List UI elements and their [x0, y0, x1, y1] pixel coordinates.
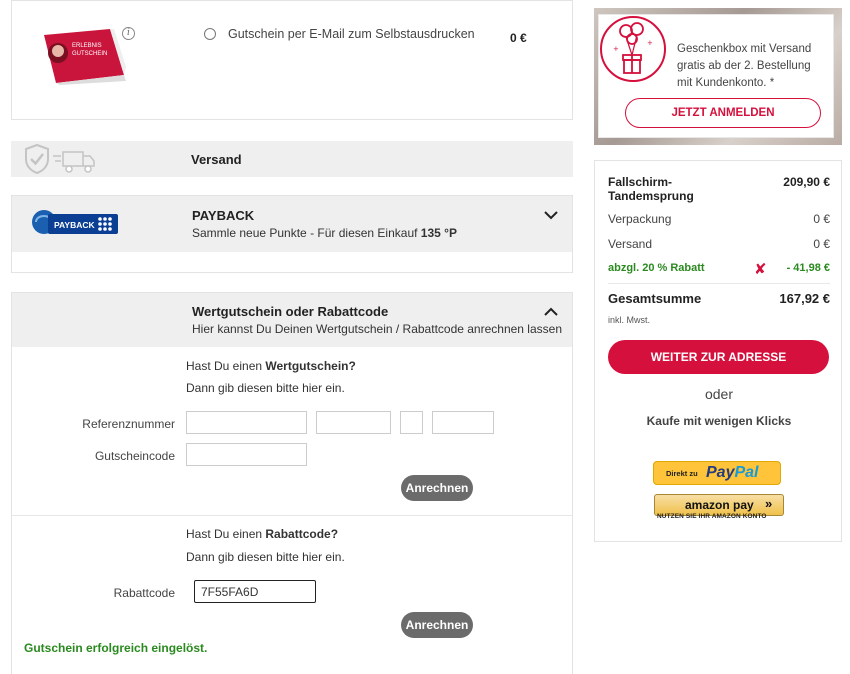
payback-header[interactable]: PAYBACK PAYBACK Sammle neue Punkte - Für…: [12, 196, 572, 252]
remove-discount-icon[interactable]: ✘: [754, 260, 767, 278]
svg-text:+: +: [613, 45, 619, 53]
discount-value: - 41,98 €: [786, 262, 830, 274]
email-voucher-radio-label[interactable]: Gutschein per E-Mail zum Selbstausdrucke…: [228, 27, 475, 41]
discount-code-input[interactable]: [194, 580, 316, 603]
packaging-price: 0 €: [813, 212, 830, 226]
voucher-code-label: Gutscheincode: [94, 449, 175, 463]
voucher-delivery-card: ERLEBNIS GUTSCHEIN i Gutschein per E-Mai…: [11, 0, 573, 120]
summary-shipping-label: Versand: [608, 237, 653, 251]
total-label: Gesamtsumme: [608, 291, 702, 306]
product-name-line-1: Fallschirm-: [608, 175, 673, 189]
total-row: Gesamtsumme 167,92 €: [608, 291, 830, 309]
coupon-card: Wertgutschein oder Rabattcode Hier kanns…: [11, 292, 573, 674]
delivery-truck-icon: [53, 151, 95, 173]
product-name: Fallschirm- Tandemsprung: [608, 175, 694, 203]
promo-inner: + + Geschenkbox mit Versand gratis ab de…: [598, 14, 834, 138]
voucher-code-input[interactable]: [186, 443, 307, 466]
shield-check-icon: [25, 143, 49, 175]
reference-number-input-3[interactable]: [400, 411, 423, 434]
gift-balloon-icon: + +: [600, 16, 666, 82]
or-text: oder: [704, 386, 734, 402]
promo-text: Geschenkbox mit Versand gratis ab der 2.…: [677, 43, 812, 89]
continue-to-address-button[interactable]: WEITER ZUR ADRESSE: [608, 340, 829, 374]
payback-title: PAYBACK: [192, 208, 255, 223]
shipping-row: Versand 0 €: [608, 237, 830, 253]
gift-box-promo: + + Geschenkbox mit Versand gratis ab de…: [594, 8, 842, 145]
chevron-down-icon[interactable]: [544, 208, 558, 222]
amazon-arrows-icon: »: [765, 496, 773, 511]
payback-points: 135 °P: [420, 226, 457, 240]
discount-question: Hast Du einen Rabattcode?: [186, 527, 338, 541]
discount-question-text: Hast Du einen: [186, 527, 266, 541]
voucher-price: 0 €: [510, 31, 527, 45]
paypal-logo-part-2: Pal: [734, 464, 759, 481]
product-name-line-2: Tandemsprung: [608, 189, 694, 203]
shipping-section: Versand: [11, 141, 573, 177]
packaging-row: Verpackung 0 €: [608, 212, 830, 228]
paypal-button[interactable]: Direkt zu PayPal: [653, 461, 781, 485]
discount-question-bold: Rabattcode?: [265, 527, 339, 541]
payback-subtitle-text: Sammle neue Punkte - Für diesen Einkauf: [192, 226, 421, 240]
coupon-header[interactable]: Wertgutschein oder Rabattcode Hier kanns…: [12, 293, 572, 347]
total-value: 167,92 €: [779, 291, 830, 306]
apply-discount-button[interactable]: Anrechnen: [401, 612, 473, 638]
info-icon[interactable]: i: [122, 27, 135, 40]
reference-number-input-1[interactable]: [186, 411, 307, 434]
discount-code-label: Rabattcode: [113, 586, 175, 600]
discount-label: abzgl. 20 % Rabatt: [608, 262, 705, 274]
svg-text:PAYBACK: PAYBACK: [54, 220, 95, 230]
paypal-small-text: Direkt zu: [666, 469, 698, 478]
amazon-pay-logo: amazon pay: [685, 498, 754, 512]
register-now-button[interactable]: JETZT ANMELDEN: [625, 98, 821, 128]
voucher-question-bold: Wertgutschein?: [265, 359, 356, 373]
discount-row: abzgl. 20 % Rabatt ✘ - 41,98 €: [608, 260, 830, 278]
paypal-logo-part-1: Pay: [706, 464, 735, 481]
packaging-label: Verpackung: [608, 212, 672, 226]
reference-number-input-4[interactable]: [432, 411, 494, 434]
payback-subtitle: Sammle neue Punkte - Für diesen Einkauf …: [192, 226, 457, 240]
product-row: Fallschirm- Tandemsprung 209,90 €: [608, 175, 830, 205]
email-voucher-radio[interactable]: [204, 28, 216, 40]
svg-text:ERLEBNIS: ERLEBNIS: [72, 43, 102, 49]
svg-text:+: +: [647, 39, 653, 47]
order-summary: Fallschirm- Tandemsprung 209,90 € Verpac…: [594, 160, 842, 542]
section-divider: [12, 515, 572, 516]
amazon-pay-subtext: NUTZEN SIE IHR AMAZON KONTO: [657, 513, 767, 520]
paypal-logo: PayPal: [706, 464, 758, 482]
voucher-question-text: Hast Du einen: [186, 359, 266, 373]
product-price: 209,90 €: [783, 175, 830, 189]
vat-note: inkl. Mwst.: [608, 315, 651, 325]
voucher-hint: Dann gib diesen bitte hier ein.: [186, 381, 345, 395]
summary-divider: [608, 283, 830, 284]
payback-logo: PAYBACK: [32, 210, 118, 234]
voucher-thumbnail-image: ERLEBNIS GUTSCHEIN: [44, 29, 126, 85]
coupon-subtitle: Hier kannst Du Deinen Wertgutschein / Ra…: [192, 322, 562, 336]
reference-number-input-2[interactable]: [316, 411, 391, 434]
payback-card: PAYBACK PAYBACK Sammle neue Punkte - Für…: [11, 195, 573, 273]
reference-number-label: Referenznummer: [82, 417, 175, 431]
shipping-label: Versand: [191, 152, 242, 167]
quick-checkout-text: Kaufe mit wenigen Klicks: [646, 414, 792, 428]
voucher-question: Hast Du einen Wertgutschein?: [186, 359, 356, 373]
apply-voucher-button[interactable]: Anrechnen: [401, 475, 473, 501]
summary-shipping-price: 0 €: [813, 237, 830, 251]
success-message: Gutschein erfolgreich eingelöst.: [24, 641, 208, 655]
chevron-up-icon[interactable]: [544, 305, 558, 319]
coupon-title: Wertgutschein oder Rabattcode: [192, 304, 389, 319]
svg-text:GUTSCHEIN: GUTSCHEIN: [72, 51, 107, 57]
discount-hint: Dann gib diesen bitte hier ein.: [186, 550, 345, 564]
